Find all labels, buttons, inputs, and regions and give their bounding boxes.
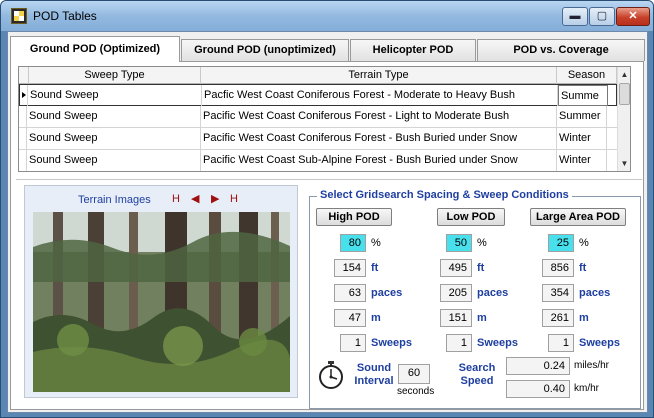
cell-season[interactable]: Winter <box>557 150 607 171</box>
cell-sweep-type[interactable]: Sound Sweep <box>27 106 201 127</box>
row-indicator <box>19 106 27 127</box>
low-pod-percent[interactable]: 50 <box>446 234 472 252</box>
large-area-pod-m[interactable]: 261 <box>542 309 574 327</box>
tab-strip: Ground POD (Optimized) Ground POD (unopt… <box>10 36 646 62</box>
sound-interval-label-1: Sound <box>356 362 392 374</box>
low-pod-button[interactable]: Low POD <box>437 208 505 226</box>
cell-terrain-type[interactable]: Pacific West Coast Coniferous Forest - B… <box>201 128 557 149</box>
miles-per-hour-unit: miles/hr <box>574 360 610 371</box>
tab-panel: Sweep Type Terrain Type Season Sound Swe… <box>10 61 644 410</box>
high-pod-paces[interactable]: 63 <box>334 284 366 302</box>
header-corner <box>19 67 29 84</box>
ft-unit: ft <box>477 262 485 274</box>
header-sweep-type[interactable]: Sweep Type <box>29 67 201 84</box>
cell-terrain-type[interactable]: Pacific West Coast Coniferous Forest - L… <box>201 106 557 127</box>
tab-pod-vs-coverage[interactable]: POD vs. Coverage <box>477 39 645 61</box>
speed-miles-input[interactable]: 0.24 <box>506 357 570 375</box>
terrain-table: Sweep Type Terrain Type Season Sound Swe… <box>18 66 631 172</box>
paces-unit: paces <box>371 287 403 299</box>
next-image-icon[interactable]: ▶ <box>211 192 219 206</box>
maximize-button[interactable]: ▢ <box>589 7 615 26</box>
low-pod-ft[interactable]: 495 <box>440 259 472 277</box>
app-icon <box>11 8 27 24</box>
large-area-pod-button[interactable]: Large Area POD <box>530 208 626 226</box>
ft-unit: ft <box>371 262 379 274</box>
cell-season[interactable]: Winter <box>557 128 607 149</box>
large-area-pod-sweeps[interactable]: 1 <box>548 334 574 352</box>
tab-ground-pod-optimized[interactable]: Ground POD (Optimized) <box>10 36 180 62</box>
first-image-icon[interactable]: H <box>172 192 180 206</box>
high-pod-ft[interactable]: 154 <box>334 259 366 277</box>
terrain-photo <box>33 212 290 392</box>
percent-unit: % <box>579 237 589 249</box>
sweeps-unit: Sweeps <box>579 337 620 349</box>
minimize-button[interactable]: ▬ <box>562 7 588 26</box>
section-divider <box>16 179 642 180</box>
gridsearch-title: Select Gridsearch Spacing & Sweep Condit… <box>317 189 572 201</box>
tab-helicopter-pod[interactable]: Helicopter POD <box>350 39 476 61</box>
km-per-hour-unit: km/hr <box>574 383 599 394</box>
row-indicator <box>19 150 27 171</box>
ft-unit: ft <box>579 262 587 274</box>
table-row[interactable]: Sound Sweep Pacfic West Coast Coniferous… <box>19 84 617 106</box>
large-area-pod-paces[interactable]: 354 <box>542 284 574 302</box>
sound-interval-input[interactable]: 60 <box>398 364 430 384</box>
cell-terrain-type[interactable]: Pacfic West Coast Coniferous Forest - Mo… <box>202 85 558 106</box>
high-pod-percent[interactable]: 80 <box>340 234 366 252</box>
client-area: Ground POD (Optimized) Ground POD (unopt… <box>7 31 648 413</box>
percent-unit: % <box>477 237 487 249</box>
cell-sweep-type[interactable]: Sound Sweep <box>27 128 201 149</box>
window-title: POD Tables <box>33 9 97 23</box>
m-unit: m <box>579 312 589 324</box>
large-area-pod-ft[interactable]: 856 <box>542 259 574 277</box>
search-speed-label-2: Speed <box>460 375 494 387</box>
cell-season[interactable]: Summer <box>557 106 607 127</box>
previous-image-icon[interactable]: ◀ <box>191 192 199 206</box>
gridsearch-panel: Select Gridsearch Spacing & Sweep Condit… <box>309 189 641 409</box>
cell-sweep-type[interactable]: Sound Sweep <box>27 150 201 171</box>
seconds-unit: seconds <box>397 386 435 397</box>
table-scrollbar[interactable]: ▲ ▼ <box>617 67 630 171</box>
title-bar[interactable]: POD Tables ▬ ▢ ✕ <box>1 1 653 31</box>
low-pod-m[interactable]: 151 <box>440 309 472 327</box>
scroll-up-icon[interactable]: ▲ <box>618 67 630 82</box>
cell-season[interactable]: Summe <box>558 85 608 106</box>
scroll-thumb[interactable] <box>619 83 630 105</box>
sweeps-unit: Sweeps <box>477 337 518 349</box>
last-image-icon[interactable]: H <box>230 192 238 206</box>
cell-sweep-type[interactable]: Sound Sweep <box>28 85 202 106</box>
paces-unit: paces <box>477 287 509 299</box>
m-unit: m <box>477 312 487 324</box>
sound-interval-label-2: Interval <box>354 375 394 387</box>
sweeps-unit: Sweeps <box>371 337 412 349</box>
row-indicator <box>20 85 28 106</box>
table-header: Sweep Type Terrain Type Season <box>19 67 630 84</box>
row-indicator <box>19 128 27 149</box>
terrain-images-panel: Terrain Images H ◀ ▶ H <box>24 185 298 398</box>
close-button[interactable]: ✕ <box>616 7 650 26</box>
speed-km-input[interactable]: 0.40 <box>506 380 570 398</box>
high-pod-button[interactable]: High POD <box>316 208 392 226</box>
scroll-down-icon[interactable]: ▼ <box>618 156 630 171</box>
m-unit: m <box>371 312 381 324</box>
paces-unit: paces <box>579 287 611 299</box>
large-area-pod-percent[interactable]: 25 <box>548 234 574 252</box>
low-pod-sweeps[interactable]: 1 <box>446 334 472 352</box>
forest-illustration <box>33 212 290 392</box>
header-season[interactable]: Season <box>557 67 617 84</box>
low-pod-paces[interactable]: 205 <box>440 284 472 302</box>
high-pod-sweeps[interactable]: 1 <box>340 334 366 352</box>
header-terrain-type[interactable]: Terrain Type <box>201 67 557 84</box>
tab-ground-pod-unoptimized[interactable]: Ground POD (unoptimized) <box>181 39 349 61</box>
search-speed-label-1: Search <box>458 362 496 374</box>
stopwatch-icon <box>319 361 343 389</box>
cell-terrain-type[interactable]: Pacific West Coast Sub-Alpine Forest - B… <box>201 150 557 171</box>
table-row[interactable]: Sound Sweep Pacific West Coast Coniferou… <box>19 106 617 128</box>
pod-tables-window: POD Tables ▬ ▢ ✕ Ground POD (Optimized) … <box>0 0 654 418</box>
high-pod-m[interactable]: 47 <box>334 309 366 327</box>
percent-unit: % <box>371 237 381 249</box>
terrain-images-title: Terrain Images <box>78 194 151 206</box>
table-row[interactable]: Sound Sweep Pacific West Coast Coniferou… <box>19 128 617 150</box>
table-row[interactable]: Sound Sweep Pacific West Coast Sub-Alpin… <box>19 150 617 171</box>
